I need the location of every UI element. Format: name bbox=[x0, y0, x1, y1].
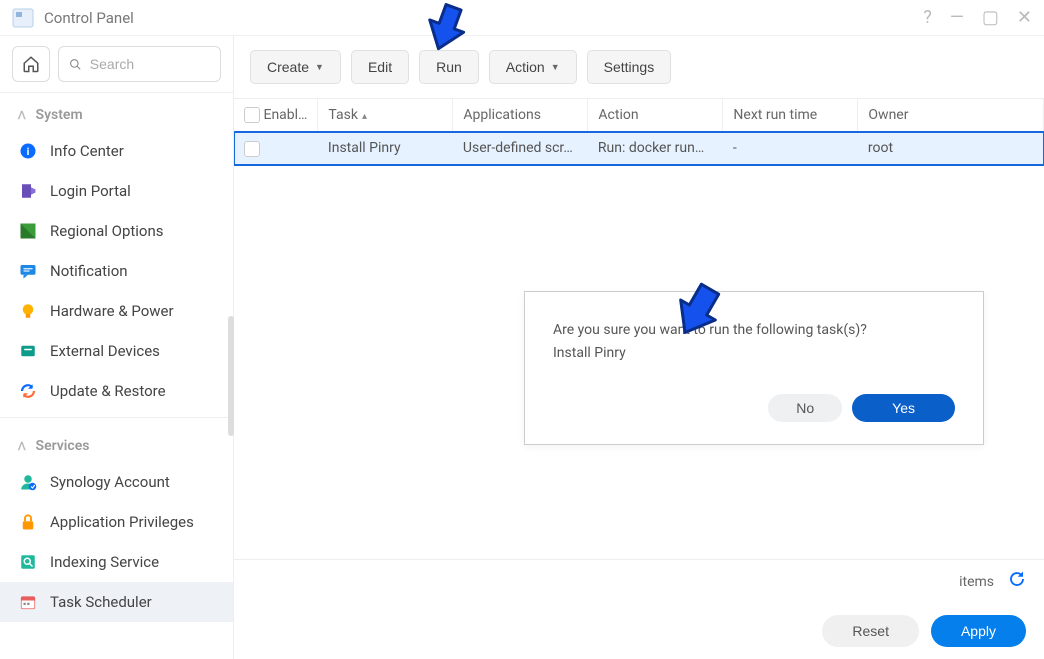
sidebar-item-label: Login Portal bbox=[50, 182, 131, 200]
window-title: Control Panel bbox=[44, 9, 134, 27]
no-button[interactable]: No bbox=[768, 394, 842, 422]
sidebar-item-label: External Devices bbox=[50, 342, 160, 360]
close-icon[interactable]: ✕ bbox=[1017, 9, 1032, 27]
cell-task: Install Pinry bbox=[318, 132, 453, 165]
sidebar-item-notification[interactable]: Notification bbox=[0, 251, 233, 291]
maximize-icon[interactable]: ▢ bbox=[982, 9, 999, 27]
sidebar-item-app-privileges[interactable]: Application Privileges bbox=[0, 502, 233, 542]
info-icon: i bbox=[18, 141, 38, 161]
reset-button[interactable]: Reset bbox=[822, 615, 919, 647]
table-row[interactable]: Install Pinry User-defined scr… Run: doc… bbox=[234, 132, 1044, 165]
sidebar-item-label: Notification bbox=[50, 262, 128, 280]
chevron-up-icon: ᐱ bbox=[18, 109, 26, 122]
main-content: Create▼ Edit Run Action▼ Settings Enabl…… bbox=[234, 36, 1044, 659]
sidebar-item-label: Hardware & Power bbox=[50, 302, 174, 320]
run-button[interactable]: Run bbox=[419, 50, 479, 84]
checkbox[interactable] bbox=[244, 141, 260, 157]
cell-action: Run: docker run… bbox=[588, 132, 723, 165]
sidebar-item-label: Regional Options bbox=[50, 222, 164, 240]
action-button[interactable]: Action▼ bbox=[489, 50, 577, 84]
dialog-message: Are you sure you want to run the followi… bbox=[553, 320, 955, 341]
toolbar: Create▼ Edit Run Action▼ Settings bbox=[234, 36, 1044, 98]
caret-down-icon: ▼ bbox=[315, 62, 324, 72]
yes-button[interactable]: Yes bbox=[852, 394, 955, 422]
apply-button[interactable]: Apply bbox=[931, 615, 1026, 647]
section-system[interactable]: ᐱ System bbox=[0, 93, 233, 131]
sidebar-item-label: Info Center bbox=[50, 142, 124, 160]
caret-down-icon: ▼ bbox=[551, 62, 560, 72]
sidebar-item-indexing[interactable]: Indexing Service bbox=[0, 542, 233, 582]
section-label: System bbox=[36, 107, 83, 123]
confirm-dialog: Are you sure you want to run the followi… bbox=[524, 291, 984, 445]
search-field[interactable] bbox=[58, 46, 221, 82]
sort-asc-icon: ▴ bbox=[362, 111, 367, 122]
calendar-icon bbox=[18, 592, 38, 612]
col-next-run[interactable]: Next run time bbox=[723, 99, 858, 132]
scrollbar[interactable] bbox=[228, 316, 234, 436]
checkbox[interactable] bbox=[244, 107, 260, 123]
sidebar-item-label: Application Privileges bbox=[50, 513, 194, 531]
svg-text:i: i bbox=[27, 145, 30, 158]
sidebar-item-hardware[interactable]: Hardware & Power bbox=[0, 291, 233, 331]
col-task[interactable]: Task▴ bbox=[318, 99, 453, 132]
app-icon bbox=[12, 7, 34, 29]
edit-button[interactable]: Edit bbox=[351, 50, 409, 84]
sidebar-item-task-scheduler[interactable]: Task Scheduler bbox=[0, 582, 233, 622]
device-icon bbox=[18, 341, 38, 361]
search-icon bbox=[69, 57, 82, 72]
minimize-icon[interactable]: — bbox=[950, 9, 964, 27]
cell-owner: root bbox=[858, 132, 1044, 165]
dialog-task-name: Install Pinry bbox=[553, 343, 955, 364]
search-doc-icon bbox=[18, 552, 38, 572]
globe-icon bbox=[18, 221, 38, 241]
col-enabled[interactable]: Enabl… bbox=[234, 99, 318, 132]
sidebar-item-login-portal[interactable]: Login Portal bbox=[0, 171, 233, 211]
settings-button[interactable]: Settings bbox=[587, 50, 672, 84]
sidebar-item-update[interactable]: Update & Restore bbox=[0, 371, 233, 411]
col-owner[interactable]: Owner bbox=[858, 99, 1044, 132]
refresh-icon bbox=[18, 381, 38, 401]
help-icon[interactable]: ? bbox=[923, 9, 932, 27]
titlebar: Control Panel ? — ▢ ✕ bbox=[0, 0, 1044, 36]
reload-icon[interactable] bbox=[1008, 570, 1026, 593]
sidebar-item-label: Task Scheduler bbox=[50, 593, 152, 611]
cell-applications: User-defined scr… bbox=[453, 132, 588, 165]
sidebar-item-label: Update & Restore bbox=[50, 382, 166, 400]
col-applications[interactable]: Applications bbox=[453, 99, 588, 132]
sidebar-item-external[interactable]: External Devices bbox=[0, 331, 233, 371]
create-button[interactable]: Create▼ bbox=[250, 50, 341, 84]
home-icon bbox=[22, 55, 40, 73]
sidebar: ᐱ System i Info Center Login Portal Regi… bbox=[0, 36, 234, 659]
bulb-icon bbox=[18, 301, 38, 321]
lock-icon bbox=[18, 512, 38, 532]
chevron-up-icon: ᐱ bbox=[18, 440, 26, 453]
chat-icon bbox=[18, 261, 38, 281]
sidebar-item-info-center[interactable]: i Info Center bbox=[0, 131, 233, 171]
footer: Reset Apply bbox=[234, 603, 1044, 659]
home-button[interactable] bbox=[12, 46, 50, 82]
items-label: items bbox=[959, 574, 994, 590]
col-action[interactable]: Action bbox=[588, 99, 723, 132]
sidebar-item-label: Indexing Service bbox=[50, 553, 159, 571]
cell-next-run: - bbox=[723, 132, 858, 165]
user-icon bbox=[18, 472, 38, 492]
door-icon bbox=[18, 181, 38, 201]
section-label: Services bbox=[36, 438, 90, 454]
sidebar-item-label: Synology Account bbox=[50, 473, 170, 491]
statusbar: items bbox=[234, 559, 1044, 603]
sidebar-item-synology-account[interactable]: Synology Account bbox=[0, 462, 233, 502]
search-input[interactable] bbox=[90, 56, 210, 72]
sidebar-item-regional[interactable]: Regional Options bbox=[0, 211, 233, 251]
section-services[interactable]: ᐱ Services bbox=[0, 424, 233, 462]
